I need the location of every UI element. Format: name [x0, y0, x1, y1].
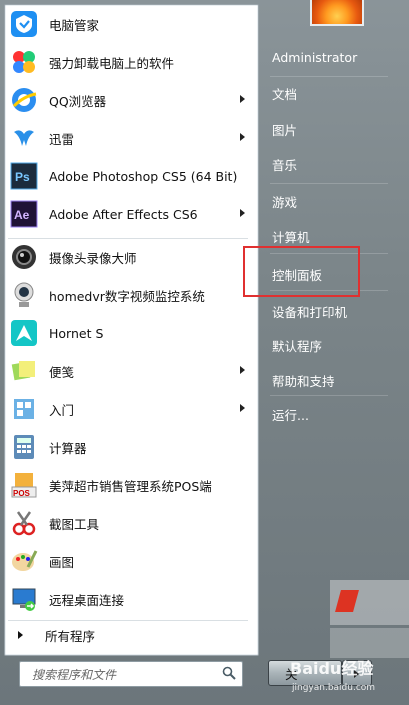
user-avatar[interactable] — [310, 0, 364, 26]
start-menu: 电脑管家强力卸载电脑上的软件 QQ浏览器迅雷 Ps Adobe Photoshop C… — [0, 0, 409, 705]
getting-started-icon — [9, 394, 39, 424]
program-label: 迅雷 — [49, 131, 75, 147]
remote-desktop-icon — [9, 584, 39, 614]
pos-terminal-icon: POS — [9, 470, 39, 500]
submenu-arrow-icon — [240, 404, 245, 412]
program-label: 远程桌面连接 — [49, 592, 125, 608]
snipping-tool-icon — [9, 508, 39, 538]
thunder-icon — [9, 123, 39, 153]
program-item[interactable]: homedvr数字视频监控系统 — [5, 277, 251, 313]
program-item[interactable]: 远程桌面连接 — [5, 581, 251, 617]
right-pane-item[interactable]: 游戏 — [272, 192, 297, 211]
program-item[interactable]: Ps Adobe Photoshop CS5 (64 Bit) — [5, 158, 251, 194]
program-label: 截图工具 — [49, 516, 100, 532]
program-label: 摄像头录像大师 — [49, 250, 137, 266]
program-label: Adobe After Effects CS6 — [49, 206, 198, 222]
svg-text:Ae: Ae — [14, 208, 30, 222]
expand-arrow-icon — [18, 631, 23, 639]
right-pane-separator — [270, 76, 388, 77]
highlight-box — [243, 246, 360, 297]
program-label: 电脑管家 — [49, 17, 100, 33]
svg-text:POS: POS — [13, 489, 31, 498]
tencent-pc-manager-icon — [9, 9, 39, 39]
search-icon — [222, 666, 236, 680]
submenu-arrow-icon — [240, 133, 245, 141]
right-pane-item[interactable]: 设备和打印机 — [272, 302, 347, 321]
program-item[interactable]: Ae Adobe After Effects CS6 — [5, 196, 251, 232]
search-placeholder: 搜索程序和文件 — [32, 668, 117, 682]
program-label: Adobe Photoshop CS5 (64 Bit) — [49, 168, 238, 184]
all-programs-button[interactable]: 所有程序 — [12, 624, 95, 646]
program-label: 美萍超市销售管理系统POS端 — [49, 478, 212, 494]
program-label: Hornet S — [49, 325, 104, 341]
program-label: QQ浏览器 — [49, 93, 107, 109]
watermark-url: jingyan.baidu.com — [292, 683, 376, 693]
right-pane-item[interactable]: 图片 — [272, 120, 297, 139]
program-label: 入门 — [49, 402, 75, 418]
background-window-fragment — [330, 580, 409, 625]
right-pane-item[interactable]: 帮助和支持 — [272, 371, 335, 390]
program-item[interactable]: 入门 — [5, 391, 251, 427]
sticky-notes-icon — [9, 356, 39, 386]
program-label: 强力卸载电脑上的软件 — [49, 55, 175, 71]
program-item[interactable]: QQ浏览器 — [5, 82, 251, 118]
qq-browser-icon — [9, 85, 39, 115]
program-label: 计算器 — [49, 440, 87, 456]
program-label: 便笺 — [49, 364, 75, 380]
all-programs-label: 所有程序 — [45, 628, 96, 644]
svg-text:Ps: Ps — [15, 170, 30, 184]
program-label: homedvr数字视频监控系统 — [49, 288, 205, 304]
program-item[interactable]: 电脑管家 — [5, 6, 251, 42]
search-box[interactable]: 搜索程序和文件 — [19, 661, 243, 687]
submenu-arrow-icon — [240, 209, 245, 217]
calculator-icon — [9, 432, 39, 462]
after-effects-icon: Ae — [9, 199, 39, 229]
submenu-arrow-icon — [240, 95, 245, 103]
webcam-icon — [9, 280, 39, 310]
background-window-fragment-2 — [330, 628, 409, 658]
paint-icon — [9, 546, 39, 576]
watermark: Baidu经验 — [290, 659, 374, 678]
program-item[interactable]: 强力卸载电脑上的软件 — [5, 44, 251, 80]
right-pane-item[interactable]: 计算机 — [272, 227, 310, 246]
uninstall-flower-icon — [9, 47, 39, 77]
right-pane-item[interactable]: 文档 — [272, 84, 297, 103]
program-item[interactable]: 计算器 — [5, 429, 251, 465]
webcam-recorder-icon — [9, 242, 39, 272]
program-item[interactable]: POS 美萍超市销售管理系统POS端 — [5, 467, 251, 503]
hornet-icon — [9, 318, 39, 348]
right-pane-item[interactable]: 运行... — [272, 405, 309, 424]
program-item[interactable]: 摄像头录像大师 — [5, 239, 251, 275]
program-item[interactable]: 迅雷 — [5, 120, 251, 156]
program-item[interactable]: 便笺 — [5, 353, 251, 389]
program-label: 画图 — [49, 554, 75, 570]
photoshop-icon: Ps — [9, 161, 39, 191]
submenu-arrow-icon — [240, 366, 245, 374]
program-item[interactable]: 截图工具 — [5, 505, 251, 541]
program-item[interactable]: 画图 — [5, 543, 251, 579]
right-pane-item[interactable]: 音乐 — [272, 155, 297, 174]
right-pane-item[interactable]: 默认程序 — [272, 336, 322, 355]
right-pane-separator — [270, 395, 388, 396]
right-pane-separator — [270, 183, 388, 184]
program-item[interactable]: Hornet S — [5, 315, 251, 351]
right-pane-item[interactable]: Administrator — [272, 50, 357, 65]
pinned-separator — [8, 238, 248, 239]
all-programs-separator — [8, 620, 248, 621]
